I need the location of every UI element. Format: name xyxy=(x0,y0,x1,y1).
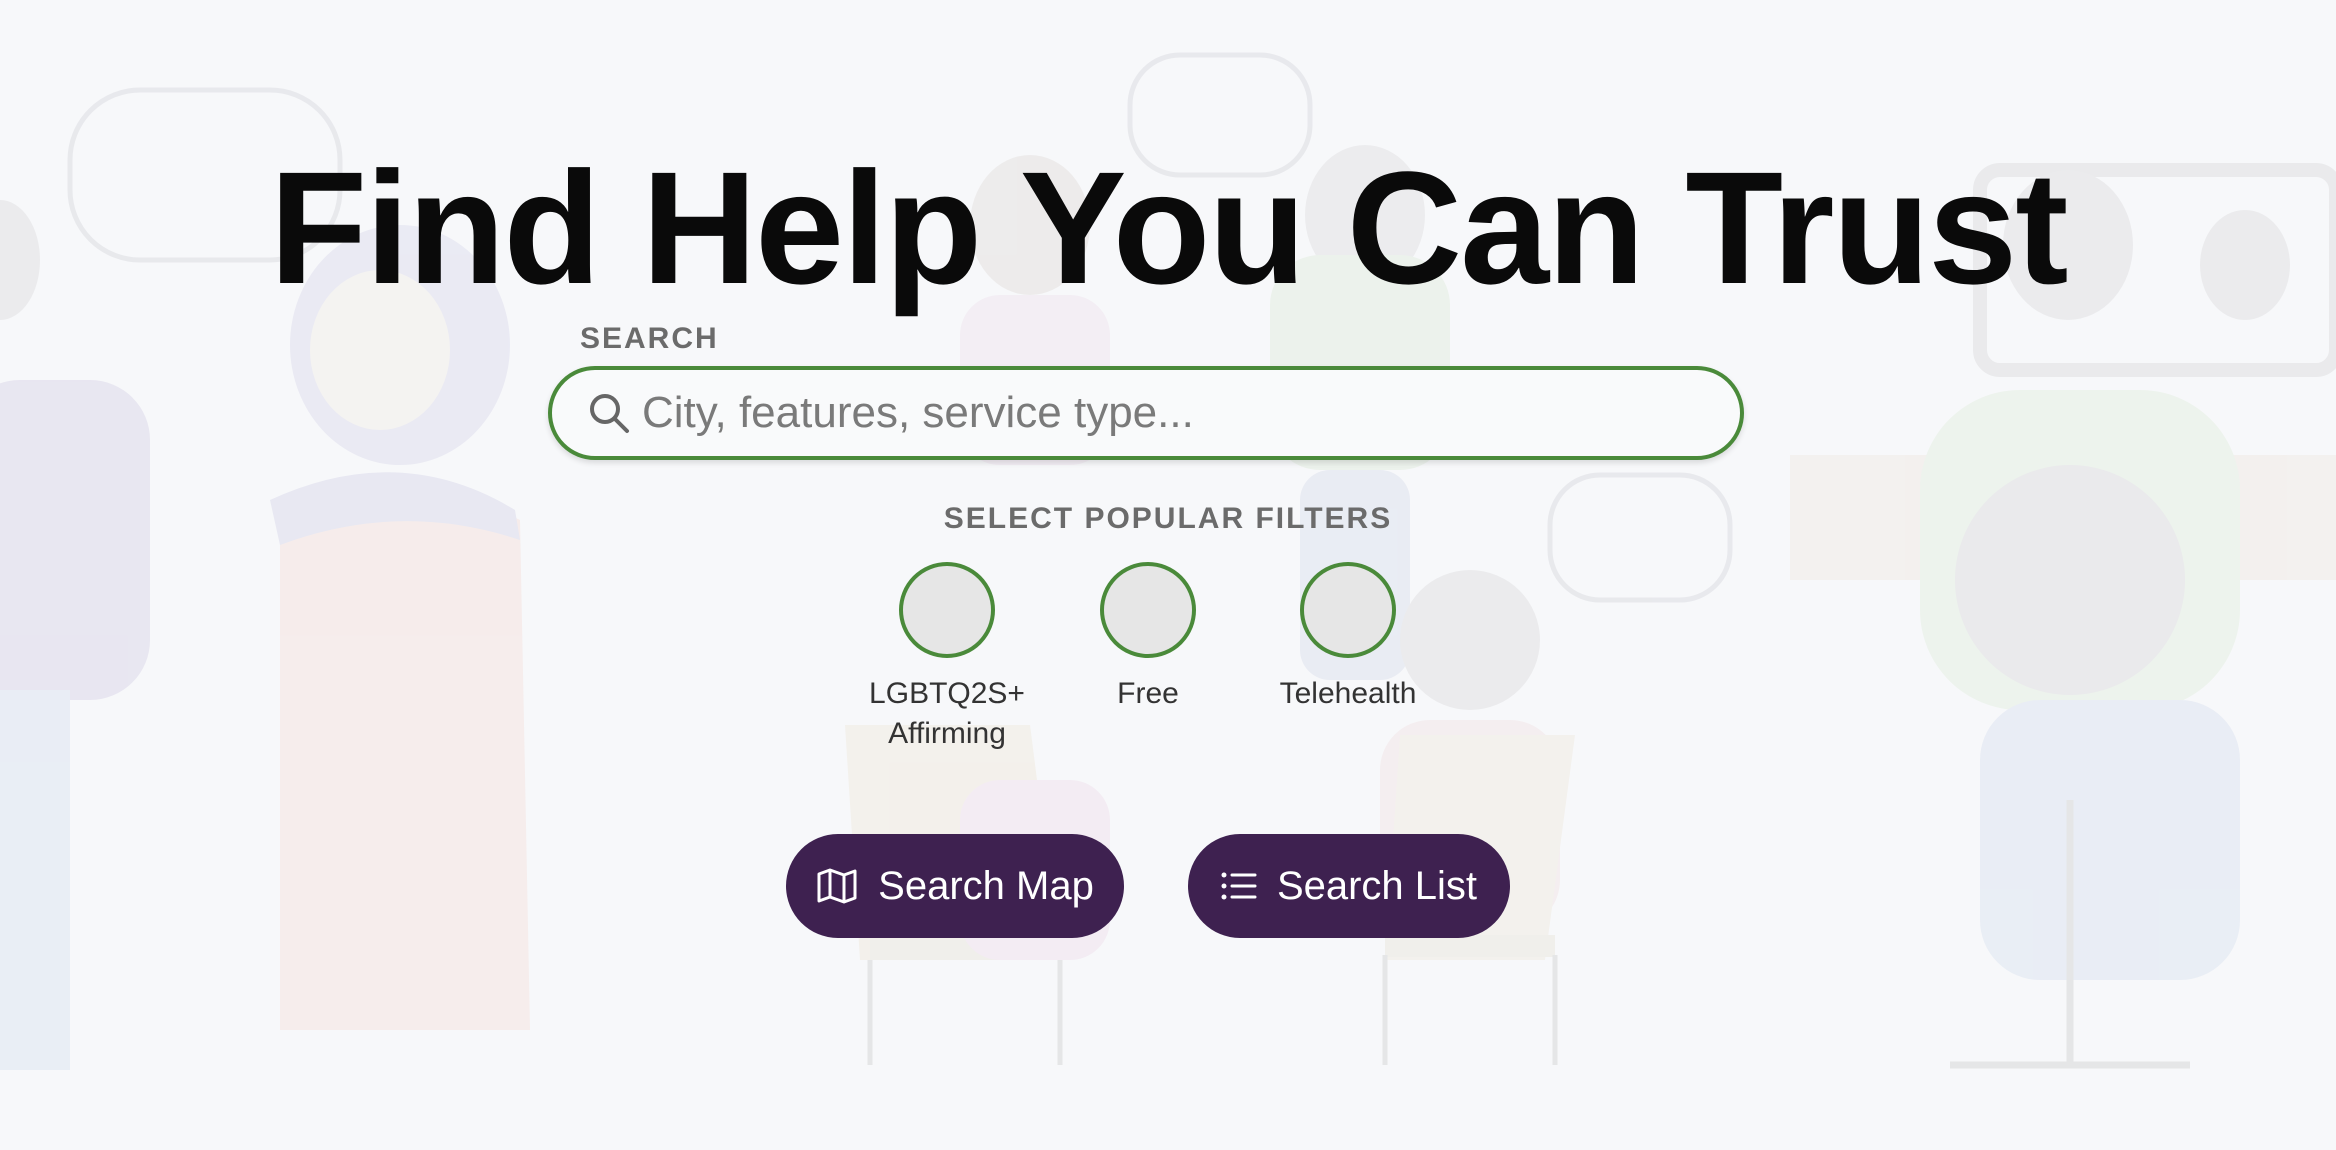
filters-title: SELECT POPULAR FILTERS xyxy=(943,502,1393,535)
page-title: Find Help You Can Trust xyxy=(269,138,2068,317)
search-icon xyxy=(590,394,629,433)
filter-label: LGBTQ2S+ Affirming xyxy=(869,677,1025,750)
filter-toggle-circle[interactable] xyxy=(1300,562,1396,658)
filter-toggle-circle[interactable] xyxy=(1100,562,1196,658)
search-map-label: Search Map xyxy=(878,863,1094,908)
filter-toggle-circle[interactable] xyxy=(899,562,995,658)
filter-free[interactable]: Free xyxy=(1048,562,1248,714)
search-list-label: Search List xyxy=(1276,863,1478,908)
map-icon xyxy=(817,868,857,904)
filter-label: Free xyxy=(1117,677,1179,710)
filter-lgbtq-affirming[interactable]: LGBTQ2S+ Affirming xyxy=(847,562,1047,754)
search-list-button[interactable]: Search List xyxy=(1188,834,1510,938)
filter-label: Telehealth xyxy=(1279,677,1417,710)
search-map-button[interactable]: Search Map xyxy=(786,834,1124,938)
search-field[interactable] xyxy=(548,366,1744,460)
list-icon xyxy=(1221,872,1257,900)
filter-telehealth[interactable]: Telehealth xyxy=(1248,562,1448,714)
search-label: SEARCH xyxy=(580,322,719,355)
hero-section: Find Help You Can Trust SEARCH SELECT PO… xyxy=(0,0,2336,1150)
search-input[interactable] xyxy=(640,372,1694,454)
